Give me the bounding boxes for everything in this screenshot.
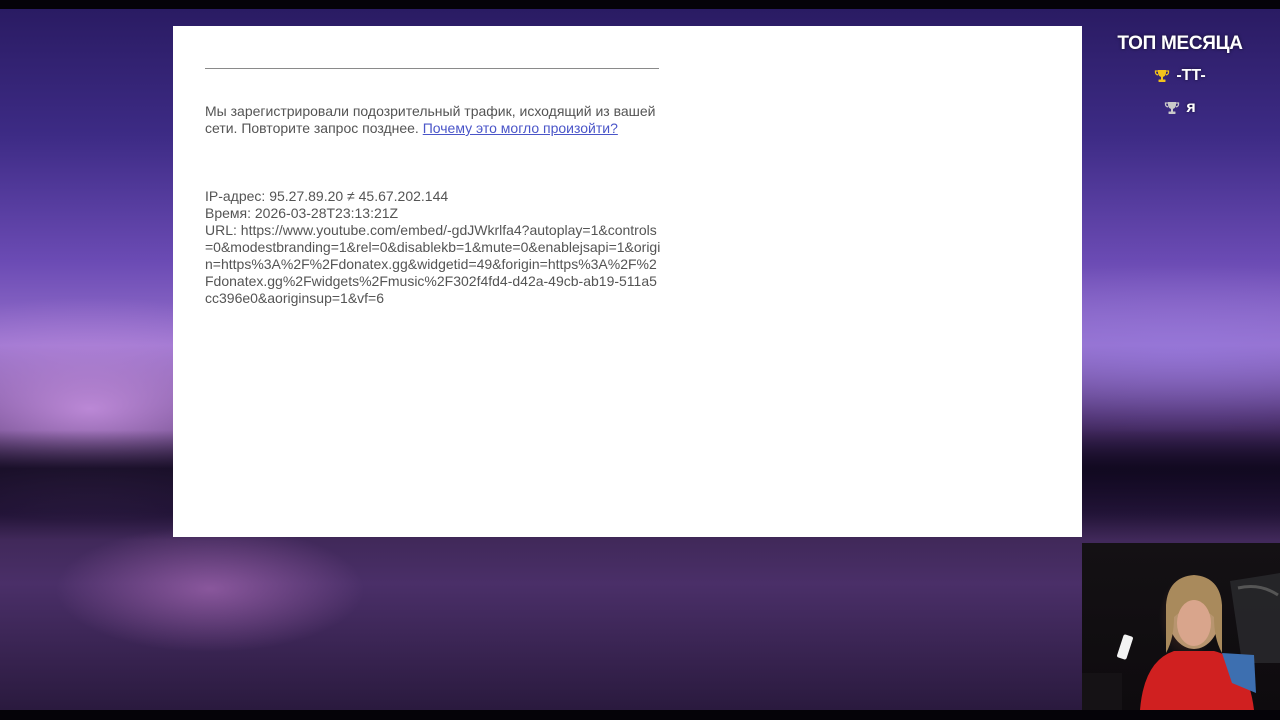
webcam-feed [1082,543,1280,710]
time-line: Время: 2026-03-28T23:13:21Z [205,205,399,221]
why-link[interactable]: Почему это могло произойти? [423,120,618,136]
top-month-widget: ТОП МЕСЯЦА -TT- я [1090,30,1270,122]
top-letterbox [0,0,1280,9]
url-line: URL: https://www.youtube.com/embed/-gdJW… [205,222,661,306]
silver-trophy-icon [1165,102,1180,114]
request-details: IP-адрес: 95.27.89.20 ≠ 45.67.202.144 Вр… [205,188,661,307]
gold-trophy-icon [1155,70,1170,82]
bottom-letterbox [0,710,1280,720]
top-entry-1-name: -TT- [1176,67,1206,84]
top-entry-2-name: я [1186,99,1196,116]
stream-canvas: Мы зарегистрировали подозрительный трафи… [0,0,1280,720]
top-entry-2: я [1090,94,1270,122]
top-entry-1: -TT- [1090,62,1270,90]
top-month-title: ТОП МЕСЯЦА [1117,33,1243,54]
header-divider [205,68,659,69]
streamer-silhouette [1082,573,1280,710]
suspicious-traffic-message: Мы зарегистрировали подозрительный трафи… [205,103,661,137]
browser-error-page: Мы зарегистрировали подозрительный трафи… [173,26,1082,537]
ip-address-line: IP-адрес: 95.27.89.20 ≠ 45.67.202.144 [205,188,449,204]
